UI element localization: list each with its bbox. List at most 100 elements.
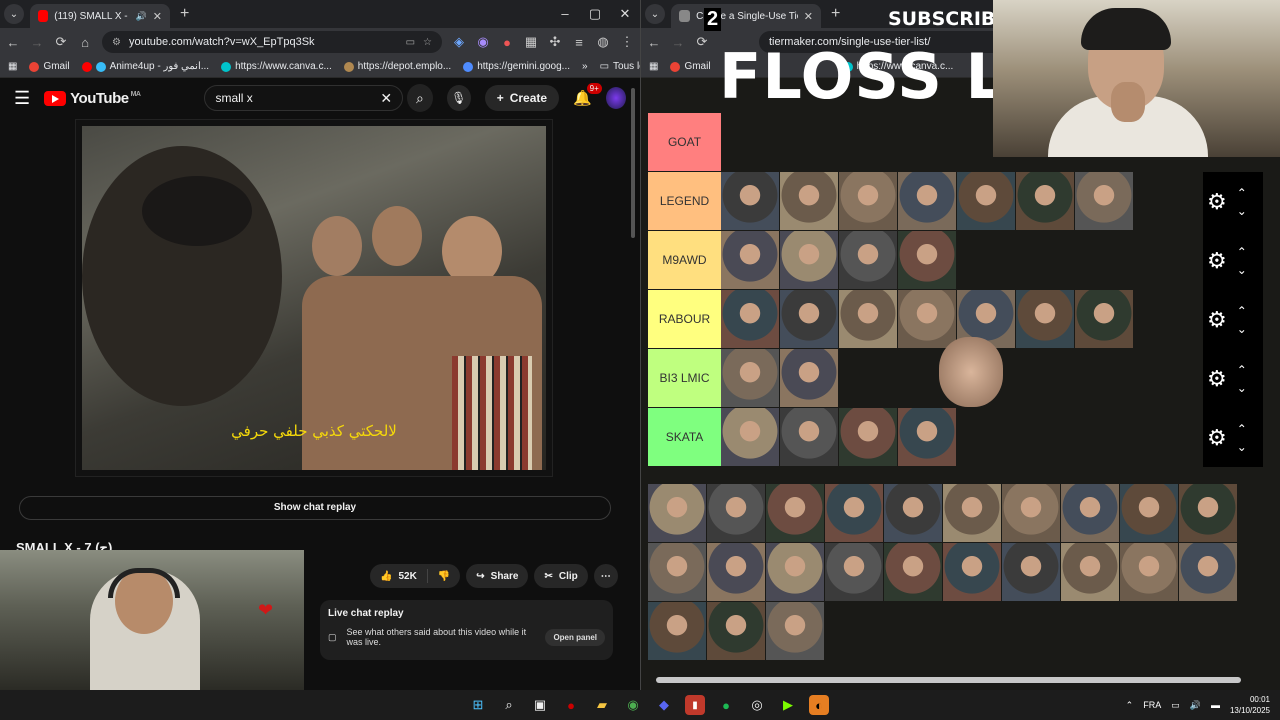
rapper-tile[interactable]	[898, 231, 956, 289]
move-down-icon[interactable]: ⌄	[1237, 320, 1247, 338]
network-icon[interactable]: ▭	[1171, 700, 1180, 711]
rapper-tile[interactable]	[957, 172, 1015, 230]
file-explorer-icon[interactable]: ▰	[592, 695, 612, 715]
open-panel-button[interactable]: Open panel	[545, 628, 605, 646]
hamburger-menu-icon[interactable]: ☰	[14, 88, 30, 109]
rapper-tile[interactable]	[1075, 290, 1133, 348]
tier-items[interactable]	[721, 231, 1204, 289]
more-actions-button[interactable]: ⋯	[593, 564, 618, 588]
rapper-tile[interactable]	[1016, 290, 1074, 348]
notifications-bell-icon[interactable]: 🔔 9+	[573, 83, 602, 107]
tier-items[interactable]	[721, 172, 1204, 230]
chrome-icon[interactable]: ◉	[623, 695, 643, 715]
close-tab-icon[interactable]: ✕	[804, 10, 813, 23]
clear-search-icon[interactable]: ✕	[380, 90, 392, 107]
bookmark-all-favorites[interactable]: ▭Tous les favoris	[600, 61, 640, 72]
rapper-tile[interactable]	[1120, 543, 1178, 601]
cast-icon[interactable]: ▭	[406, 37, 415, 48]
home-icon[interactable]: ⌂	[78, 35, 92, 50]
gear-icon[interactable]: ⚙	[1207, 366, 1227, 392]
rapper-tile[interactable]	[1061, 484, 1119, 542]
bookmark-depot[interactable]: https://depot.emplo...	[343, 61, 451, 72]
start-icon[interactable]: ⊞	[468, 695, 488, 715]
rapper-tile[interactable]	[721, 290, 779, 348]
video-player[interactable]: لالحكتي كذبي حلفي حرفي	[75, 119, 553, 477]
page-scrollbar[interactable]	[631, 84, 637, 684]
extensions-puzzle-icon[interactable]: ✣	[548, 34, 562, 50]
search-button[interactable]: ⌕	[407, 84, 433, 112]
extension-icon-3[interactable]: ●	[500, 35, 514, 50]
app-icon-red-square[interactable]: ▮	[685, 695, 705, 715]
bookmark-anime4up[interactable]: Anime4up - انمي فور...	[81, 61, 209, 72]
rapper-tile[interactable]	[780, 349, 838, 407]
bookmark-gmail[interactable]: Gmail	[670, 61, 711, 72]
move-down-icon[interactable]: ⌄	[1237, 438, 1247, 456]
move-up-icon[interactable]: ⌃	[1237, 302, 1247, 320]
spotify-icon[interactable]: ●	[716, 695, 736, 715]
tier-label[interactable]: GOAT	[648, 113, 721, 171]
rapper-tile[interactable]	[766, 543, 824, 601]
tier-label[interactable]: LEGEND	[648, 172, 721, 230]
extension-icon[interactable]: ◈	[452, 34, 466, 50]
rapper-tile[interactable]	[1016, 172, 1074, 230]
apps-icon[interactable]: ▦	[8, 61, 17, 72]
back-icon[interactable]: ←	[6, 35, 20, 50]
rapper-tile[interactable]	[1002, 543, 1060, 601]
maximize-button[interactable]: ▢	[580, 0, 610, 28]
rapper-tile[interactable]	[839, 290, 897, 348]
move-down-icon[interactable]: ⌄	[1237, 202, 1247, 220]
voice-search-icon[interactable]: 🎙	[446, 85, 471, 111]
rapper-tile[interactable]	[839, 408, 897, 466]
dragged-tile[interactable]	[939, 337, 1003, 407]
close-tab-icon[interactable]: ✕	[153, 10, 162, 23]
rapper-tile[interactable]	[721, 349, 779, 407]
rapper-tile[interactable]	[943, 543, 1001, 601]
close-window-button[interactable]: ✕	[610, 0, 640, 28]
rapper-tile[interactable]	[780, 231, 838, 289]
reload-icon[interactable]: ⟳	[54, 34, 68, 50]
rapper-tile[interactable]	[1002, 484, 1060, 542]
rapper-tile[interactable]	[648, 543, 706, 601]
bookmark-canva[interactable]: https://www.canva.c...	[221, 61, 332, 72]
youtube-logo[interactable]: YouTube MA	[44, 90, 141, 107]
rapper-tile[interactable]	[780, 172, 838, 230]
app-icon-red[interactable]: ●	[561, 695, 581, 715]
rapper-tile[interactable]	[707, 602, 765, 660]
forward-icon[interactable]: →	[30, 35, 44, 50]
rapper-tile[interactable]	[898, 408, 956, 466]
clock[interactable]: 00:01 13/10/2025	[1230, 694, 1270, 716]
create-button[interactable]: + Create	[484, 85, 560, 111]
rapper-tile[interactable]	[780, 408, 838, 466]
tier-items[interactable]	[721, 408, 1204, 466]
tier-label[interactable]: SKATA	[648, 408, 721, 466]
gear-icon[interactable]: ⚙	[1207, 307, 1227, 333]
tray-chevron-icon[interactable]: ⌃	[1126, 700, 1134, 711]
rapper-tile[interactable]	[721, 408, 779, 466]
speaker-icon[interactable]: 🔊	[136, 11, 147, 22]
site-info-icon[interactable]: ⚙	[112, 37, 121, 48]
rapper-tile[interactable]	[825, 484, 883, 542]
rapper-tile[interactable]	[721, 172, 779, 230]
tier-label[interactable]: RABOUR	[648, 290, 721, 348]
thumbs-down-icon[interactable]: 👎	[438, 571, 450, 582]
task-view-icon[interactable]: ▣	[530, 695, 550, 715]
new-tab-button[interactable]: +	[831, 5, 840, 23]
search-icon[interactable]: ⌕	[499, 695, 519, 715]
gear-icon[interactable]: ⚙	[1207, 425, 1227, 451]
minimize-button[interactable]: –	[550, 0, 580, 28]
rapper-tile[interactable]	[1075, 172, 1133, 230]
rapper-tile[interactable]	[780, 290, 838, 348]
reload-icon[interactable]: ⟳	[695, 34, 709, 50]
tier-label[interactable]: BI3 LMIC	[648, 349, 721, 407]
extension-icon-4[interactable]: ▦	[524, 34, 538, 50]
rapper-tile[interactable]	[1179, 484, 1237, 542]
volume-icon[interactable]: 🔊	[1190, 700, 1201, 711]
share-button[interactable]: ↪ Share	[466, 564, 529, 588]
tab-tiermaker[interactable]: Create a Single-Use Tier List (P ✕	[671, 4, 821, 28]
rapper-tile[interactable]	[766, 484, 824, 542]
battery-icon[interactable]: ▬	[1211, 700, 1220, 710]
menu-icon[interactable]: ⋮	[620, 34, 634, 50]
like-button[interactable]: 👍 52K 👎	[370, 564, 461, 588]
new-tab-button[interactable]: +	[180, 5, 189, 23]
bookmark-gemini[interactable]: https://gemini.goog...	[463, 61, 570, 72]
